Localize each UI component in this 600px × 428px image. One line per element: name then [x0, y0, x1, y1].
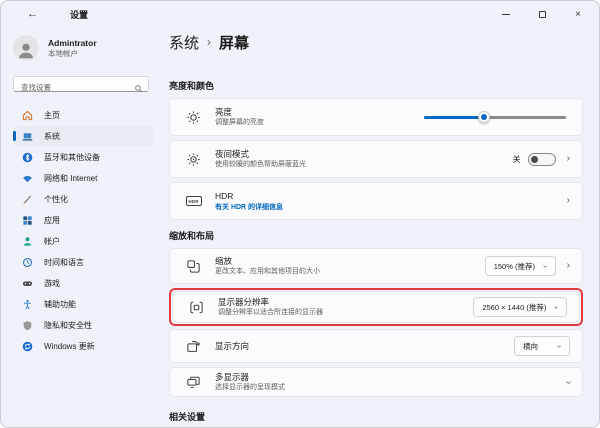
hdr-title: HDR [215, 190, 234, 201]
chevron-right-icon: › [566, 195, 570, 206]
scale-dropdown[interactable]: 150% (推荐) › [484, 256, 556, 276]
sidebar-item-accounts[interactable]: 帐户 [13, 231, 153, 251]
maximize-icon [538, 10, 546, 18]
user-name: Admintrator [48, 38, 97, 48]
section-scale-layout: 缩放和布局 [169, 231, 215, 241]
person-icon [19, 43, 33, 59]
sidebar-item-home[interactable]: 主页 [13, 105, 153, 125]
sidebar-item-bluetooth-devices[interactable]: 蓝牙和其他设备 [13, 147, 153, 167]
resolution-subtitle: 调整分辨率以适合所连接的显示器 [218, 309, 323, 316]
privacy-icon [22, 320, 33, 331]
personalization-icon [22, 194, 33, 205]
sidebar-item-network-internet[interactable]: 网络和 Internet [13, 168, 153, 188]
back-icon[interactable]: ← [27, 8, 38, 20]
row-night-mode[interactable]: 夜间模式 使用较暖的颜色帮助屏蔽蓝光 关 › [169, 140, 583, 178]
chevron-down-icon: › [555, 344, 565, 348]
orientation-title: 显示方向 [215, 341, 250, 351]
row-multi-display[interactable]: 多显示器 选择显示器的呈现模式 › [169, 367, 583, 397]
night-mode-subtitle: 使用较暖的颜色帮助屏蔽蓝光 [215, 161, 306, 168]
night-mode-title: 夜间模式 [215, 149, 250, 159]
brightness-subtitle: 调整屏幕的亮度 [215, 119, 264, 126]
chevron-right-icon: › [566, 153, 570, 164]
breadcrumb: 系统 › 屏幕 [169, 31, 583, 53]
sidebar-item-accessibility[interactable]: 辅助功能 [13, 294, 153, 314]
orientation-icon [185, 339, 202, 354]
sidebar-item-windows-update[interactable]: Windows 更新 [13, 336, 153, 356]
sidebar-item-gaming[interactable]: 游戏 [13, 273, 153, 293]
resolution-title: 显示器分辨率 [218, 297, 270, 307]
chevron-down-icon: › [540, 264, 550, 268]
scale-title: 缩放 [215, 256, 233, 266]
scale-icon [185, 259, 202, 274]
row-brightness: 亮度 调整屏幕的亮度 [169, 98, 583, 136]
multi-display-title: 多显示器 [215, 372, 250, 382]
night-mode-toggle[interactable] [527, 152, 556, 166]
minimize-icon [502, 13, 510, 15]
sidebar-item-time-language[interactable]: 时间和语言 [13, 252, 153, 272]
scale-subtitle: 更改文本、应用和其他项目的大小 [215, 268, 320, 275]
row-orientation: 显示方向 横向 › [169, 329, 583, 363]
multi-display-icon [185, 375, 202, 390]
sidebar-item-apps[interactable]: 应用 [13, 210, 153, 230]
window-title: 设置 [70, 9, 89, 20]
chevron-right-icon: › [566, 260, 570, 271]
user-type: 本地帐户 [48, 49, 78, 58]
breadcrumb-separator-icon: › [207, 35, 212, 49]
page-title: 屏幕 [219, 34, 250, 52]
gaming-icon [22, 278, 33, 289]
multi-display-subtitle: 选择显示器的呈现模式 [215, 384, 285, 391]
brightness-icon [185, 110, 202, 125]
accounts-icon [22, 236, 33, 247]
night-mode-state: 关 [512, 154, 521, 164]
breadcrumb-system[interactable]: 系统 [169, 32, 199, 53]
orientation-dropdown[interactable]: 横向 › [514, 336, 570, 356]
row-resolution: 显示器分辨率 调整分辨率以适合所连接的显示器 2560 × 1440 (推荐) … [172, 291, 580, 323]
maximize-button[interactable] [531, 5, 553, 23]
time-language-icon [22, 257, 33, 268]
window-controls: × [495, 1, 589, 27]
section-related-settings: 相关设置 [169, 412, 206, 422]
avatar [13, 35, 39, 61]
close-button[interactable]: × [567, 5, 589, 23]
hdr-info-link[interactable]: 有关 HDR 的详细信息 [215, 203, 283, 212]
search-icon [134, 80, 143, 98]
row-scale: 缩放 更改文本、应用和其他项目的大小 150% (推荐) › › [169, 248, 583, 284]
sidebar-item-personalization[interactable]: 个性化 [13, 189, 153, 209]
bluetooth-icon [22, 152, 33, 163]
titlebar: ← 设置 × [1, 1, 599, 27]
search-box [13, 76, 149, 95]
apps-icon [22, 215, 33, 226]
sidebar: Admintrator 本地帐户 主页 系统 [1, 27, 159, 427]
night-light-icon [185, 152, 202, 167]
user-account[interactable]: Admintrator 本地帐户 [13, 33, 153, 63]
sidebar-item-system[interactable]: 系统 [13, 126, 153, 146]
main-content: 系统 › 屏幕 亮度和颜色 亮度 调整屏幕的亮度 夜间模式 使用较暖的颜色帮助屏… [159, 27, 599, 427]
slider-thumb[interactable] [477, 111, 490, 123]
brightness-title: 亮度 [215, 107, 233, 117]
chevron-down-icon: › [552, 305, 562, 309]
toggle-knob [530, 155, 538, 163]
network-icon [22, 173, 33, 184]
hdr-icon: HDR [185, 196, 202, 206]
search-input[interactable] [14, 80, 148, 95]
highlight-box: 显示器分辨率 调整分辨率以适合所连接的显示器 2560 × 1440 (推荐) … [169, 288, 583, 326]
minimize-button[interactable] [495, 5, 517, 23]
windows-update-icon [22, 341, 33, 352]
system-icon [22, 131, 33, 142]
brightness-slider[interactable] [424, 111, 566, 123]
home-icon [22, 110, 33, 121]
sidebar-nav: 主页 系统 蓝牙和其他设备 网络和 Internet 个性化 应用 帐户 时间和… [13, 105, 153, 356]
settings-window: ← 设置 × Admintrator 本地帐户 查找设置 主页 系统 蓝牙和其他… [0, 0, 600, 428]
sidebar-item-privacy-security[interactable]: 隐私和安全性 [13, 315, 153, 335]
section-brightness-color: 亮度和颜色 [169, 81, 215, 91]
chevron-down-icon: › [562, 380, 574, 384]
resolution-dropdown[interactable]: 2560 × 1440 (推荐) › [473, 297, 567, 317]
resolution-icon [188, 300, 205, 315]
accessibility-icon [22, 299, 33, 310]
row-hdr[interactable]: HDR HDR 有关 HDR 的详细信息 › [169, 182, 583, 220]
